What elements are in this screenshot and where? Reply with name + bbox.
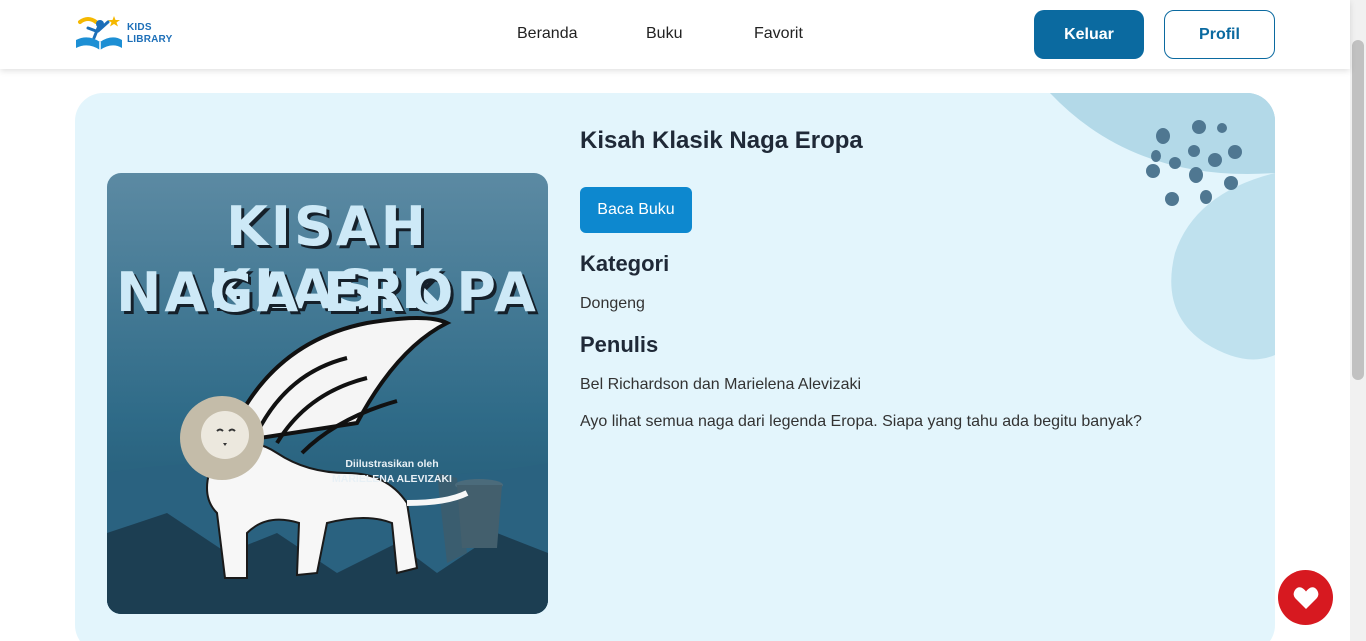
nav-buku[interactable]: Buku <box>646 25 682 43</box>
navbar: KIDS LIBRARY Beranda Buku Favorit Keluar… <box>0 0 1350 69</box>
nav-beranda[interactable]: Beranda <box>517 25 578 43</box>
nav-favorit[interactable]: Favorit <box>754 25 803 43</box>
book-cover[interactable]: KISAH KLASIK NAGA EROPA Diilustrasikan o… <box>107 173 548 614</box>
scrollbar-thumb[interactable] <box>1352 40 1364 380</box>
logo-line-2: LIBRARY <box>127 34 173 45</box>
read-book-button[interactable]: Baca Buku <box>580 187 692 233</box>
book-description: Ayo lihat semua naga dari legenda Eropa.… <box>580 413 1142 430</box>
scrollbar[interactable] <box>1350 0 1366 641</box>
cover-credit-line-1: Diilustrasikan oleh <box>345 458 439 470</box>
cover-title-line-2: NAGA EROPA <box>116 261 539 324</box>
book-title: Kisah Klasik Naga Eropa <box>580 127 863 154</box>
cover-credit: Diilustrasikan oleh MARIELENA ALEVIZAKI <box>317 457 467 487</box>
heart-icon <box>1293 586 1318 609</box>
author-heading: Penulis <box>580 332 659 357</box>
favorite-button[interactable] <box>1278 570 1333 625</box>
category-heading: Kategori <box>580 251 670 276</box>
category-value: Dongeng <box>580 295 645 312</box>
reading-child-logo-icon <box>76 16 122 50</box>
author-value: Bel Richardson dan Marielena Alevizaki <box>580 376 862 393</box>
logo-text: KIDS LIBRARY <box>127 22 172 46</box>
cover-credit-line-2: MARIELENA ALEVIZAKI <box>332 473 452 485</box>
profile-button[interactable]: Profil <box>1164 10 1275 59</box>
book-detail-card: KISAH KLASIK NAGA EROPA Diilustrasikan o… <box>75 93 1275 641</box>
logo[interactable]: KIDS LIBRARY <box>74 14 184 54</box>
logout-button[interactable]: Keluar <box>1034 10 1144 59</box>
logo-line-1: KIDS <box>127 22 152 33</box>
